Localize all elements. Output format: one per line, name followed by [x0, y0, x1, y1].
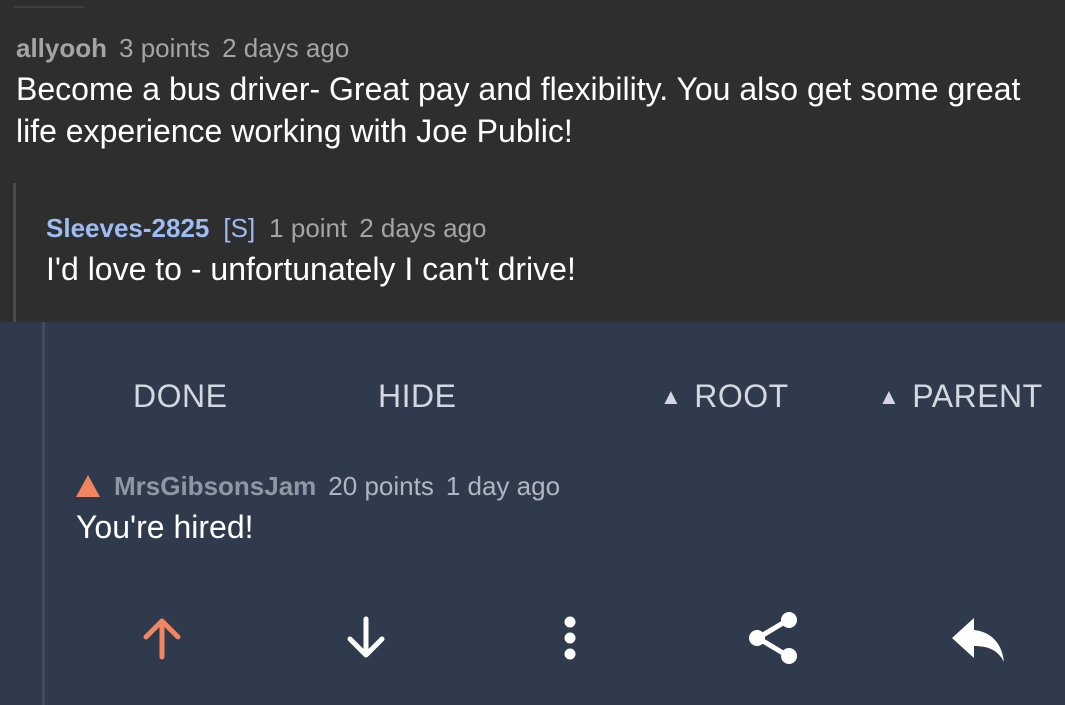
comment-sleeves-2825[interactable]: Sleeves-2825 [S] 1 point 2 days ago I'd … — [46, 210, 1046, 290]
comment-age: 2 days ago — [222, 33, 350, 63]
reply-icon — [952, 618, 1004, 662]
submitter-tag: [S] — [223, 213, 256, 243]
share-button[interactable] — [742, 606, 806, 670]
comment-meta: Sleeves-2825 [S] 1 point 2 days ago — [46, 210, 1046, 246]
hide-button[interactable]: HIDE — [378, 368, 456, 424]
comment-points: 1 point — [269, 213, 348, 243]
comment-meta: allyooh 3 points 2 days ago — [16, 30, 1046, 66]
comment-points: 20 points — [328, 471, 434, 501]
comment-author[interactable]: MrsGibsonsJam — [114, 468, 316, 504]
reply-button[interactable] — [946, 606, 1010, 670]
comment-allyooh[interactable]: allyooh 3 points 2 days ago Become a bus… — [16, 30, 1046, 152]
triangle-up-icon: ▲ — [878, 384, 901, 409]
comment-points: 3 points — [119, 33, 211, 63]
done-label: DONE — [133, 378, 228, 414]
parent-button[interactable]: ▲ PARENT — [878, 368, 1043, 424]
upvote-button[interactable] — [130, 606, 194, 670]
more-options-button[interactable] — [538, 606, 602, 670]
downvote-button[interactable] — [334, 606, 398, 670]
root-button[interactable]: ▲ ROOT — [660, 368, 789, 424]
comment-age: 1 day ago — [445, 471, 561, 501]
comment-author[interactable]: Sleeves-2825 — [46, 210, 209, 246]
triangle-up-icon: ▲ — [660, 384, 683, 409]
comment-meta: MrsGibsonsJam 20 points 1 day ago — [76, 468, 1036, 504]
share-icon — [749, 612, 797, 664]
comment-body: You're hired! — [76, 509, 254, 545]
arrow-down-icon — [347, 616, 385, 658]
done-button[interactable]: DONE — [133, 368, 227, 424]
hide-label: HIDE — [378, 378, 457, 414]
more-vertical-icon — [564, 616, 576, 660]
upvoted-indicator-icon — [76, 475, 100, 497]
comment-age: 2 days ago — [359, 213, 487, 243]
comment-body: I'd love to - unfortunately I can't driv… — [46, 251, 576, 287]
comment-body: Become a bus driver- Great pay and flexi… — [16, 71, 1021, 149]
parent-label: PARENT — [912, 378, 1043, 414]
comment-navigation-bar: DONE HIDE ▲ ROOT ▲ PARENT — [0, 368, 1065, 424]
comment-actions — [0, 606, 1065, 670]
root-label: ROOT — [694, 378, 789, 414]
previous-comment-edge — [14, 0, 84, 8]
arrow-up-icon — [143, 618, 181, 660]
comment-author[interactable]: allyooh — [16, 30, 107, 66]
comment-thread: allyooh 3 points 2 days ago Become a bus… — [0, 0, 1065, 705]
comment-mrsgibsonsjam[interactable]: MrsGibsonsJam 20 points 1 day ago You're… — [76, 468, 1036, 548]
